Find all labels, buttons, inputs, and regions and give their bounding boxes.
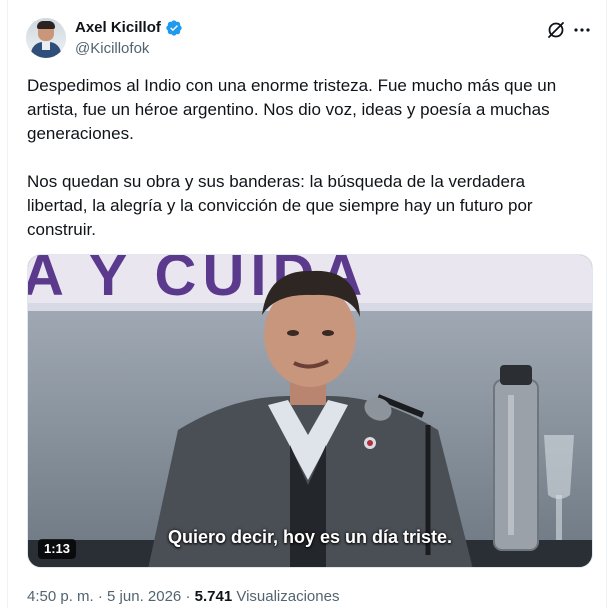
author-avatar[interactable]: [26, 18, 66, 58]
tweet-paragraph: Despedimos al Indio con una enorme trist…: [27, 76, 557, 143]
tweet-paragraph: Nos quedan su obra y sus banderas: la bú…: [27, 172, 533, 239]
grok-icon[interactable]: [546, 20, 566, 40]
meta-separator: ·: [97, 588, 103, 605]
meta-separator: ·: [185, 588, 191, 605]
verified-badge-icon: [166, 20, 182, 36]
tweet-meta: 4:50 p. m. · 5 jun. 2026 · 5.741 Visuali…: [27, 587, 339, 607]
more-options-icon[interactable]: [572, 20, 592, 40]
author-handle[interactable]: @Kicillofok: [75, 39, 149, 59]
tweet-time[interactable]: 4:50 p. m.: [27, 588, 94, 605]
video-player[interactable]: A Y CUIDA Quiero decir, hoy es un día tr…: [27, 254, 593, 568]
views-count: 5.741: [194, 588, 233, 605]
author-name[interactable]: Axel Kicillof: [75, 18, 161, 38]
tweet-date[interactable]: 5 jun. 2026: [107, 588, 181, 605]
video-duration: 1:13: [38, 539, 77, 559]
author-name-row: Axel Kicillof: [75, 18, 183, 38]
views-label: Visualizaciones: [236, 588, 340, 605]
video-frame: A Y CUIDA: [28, 255, 592, 567]
video-caption: Quiero decir, hoy es un día triste.: [167, 527, 453, 547]
tweet-text: Despedimos al Indio con una enorme trist…: [27, 74, 587, 242]
